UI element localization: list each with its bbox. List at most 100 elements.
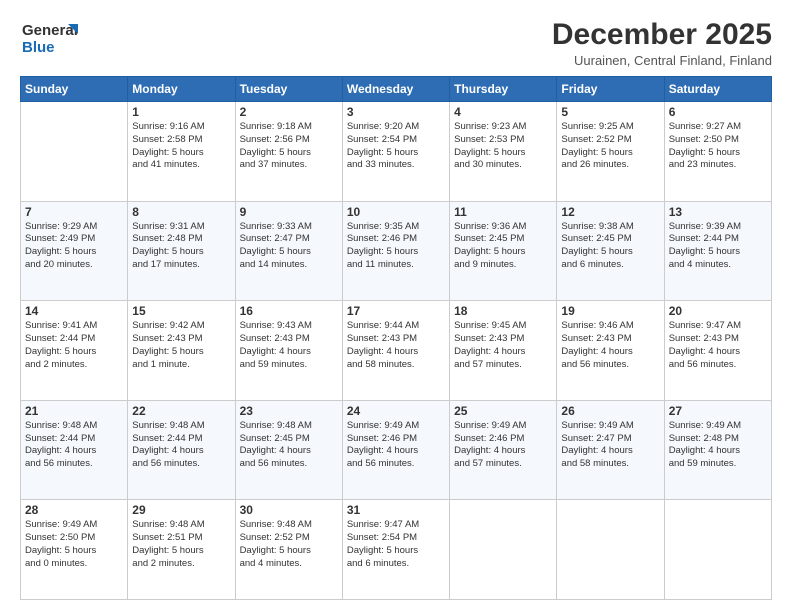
day-number: 6 [669,105,767,119]
calendar-cell: 11 Sunrise: 9:36 AM Sunset: 2:45 PM Dayli… [450,201,557,301]
day-info: Sunrise: 9:25 AM Sunset: 2:52 PM Dayligh… [561,121,659,172]
day-number: 15 [132,304,230,318]
title-block: December 2025 Uurainen, Central Finland,… [552,18,772,68]
calendar-cell: 21Sunrise: 9:48 AM Sunset: 2:44 PM Dayli… [21,400,128,500]
day-number: 10 [347,205,445,219]
day-info: Sunrise: 9:31 AM Sunset: 2:48 PM Dayligh… [132,221,230,272]
col-saturday: Saturday [664,77,771,102]
calendar-cell: 18Sunrise: 9:45 AM Sunset: 2:43 PM Dayli… [450,301,557,401]
calendar-cell: 3 Sunrise: 9:20 AM Sunset: 2:54 PM Daylig… [342,102,449,202]
day-number: 11 [454,205,552,219]
calendar-cell: 12 Sunrise: 9:38 AM Sunset: 2:45 PM Dayli… [557,201,664,301]
day-info: Sunrise: 9:33 AM Sunset: 2:47 PM Dayligh… [240,221,338,272]
day-info: Sunrise: 9:36 AM Sunset: 2:45 PM Dayligh… [454,221,552,272]
day-number: 18 [454,304,552,318]
calendar-cell: 31Sunrise: 9:47 AM Sunset: 2:54 PM Dayli… [342,500,449,600]
calendar-week-4: 28 Sunrise: 9:49 AM Sunset: 2:50 PM Dayli… [21,500,772,600]
day-number: 17 [347,304,445,318]
day-info: Sunrise: 9:29 AM Sunset: 2:49 PM Dayligh… [25,221,123,272]
day-number: 4 [454,105,552,119]
day-number: 2 [240,105,338,119]
day-info: Sunrise: 9:46 AM Sunset: 2:43 PM Dayligh… [561,320,659,371]
col-sunday: Sunday [21,77,128,102]
col-thursday: Thursday [450,77,557,102]
calendar-cell: 24 Sunrise: 9:49 AM Sunset: 2:46 PM Dayli… [342,400,449,500]
calendar-cell: 19 Sunrise: 9:46 AM Sunset: 2:43 PM Dayli… [557,301,664,401]
day-info: Sunrise: 9:48 AM Sunset: 2:51 PM Dayligh… [132,519,230,570]
day-info: Sunrise: 9:49 AM Sunset: 2:46 PM Dayligh… [347,420,445,471]
day-info: Sunrise: 9:16 AM Sunset: 2:58 PM Dayligh… [132,121,230,172]
calendar-cell [450,500,557,600]
col-friday: Friday [557,77,664,102]
calendar-header-row: Sunday Monday Tuesday Wednesday Thursday… [21,77,772,102]
calendar-cell: 4 Sunrise: 9:23 AM Sunset: 2:53 PM Daylig… [450,102,557,202]
day-number: 20 [669,304,767,318]
calendar-cell: 25 Sunrise: 9:49 AM Sunset: 2:46 PM Dayli… [450,400,557,500]
page: GeneralBlue December 2025 Uurainen, Cent… [0,0,792,612]
calendar-cell: 7 Sunrise: 9:29 AM Sunset: 2:49 PM Daylig… [21,201,128,301]
day-info: Sunrise: 9:48 AM Sunset: 2:44 PM Dayligh… [25,420,123,471]
day-number: 5 [561,105,659,119]
day-number: 28 [25,503,123,517]
day-number: 26 [561,404,659,418]
col-monday: Monday [128,77,235,102]
calendar-cell: 20Sunrise: 9:47 AM Sunset: 2:43 PM Dayli… [664,301,771,401]
day-info: Sunrise: 9:48 AM Sunset: 2:52 PM Dayligh… [240,519,338,570]
calendar-cell: 8 Sunrise: 9:31 AM Sunset: 2:48 PM Daylig… [128,201,235,301]
day-number: 29 [132,503,230,517]
calendar-week-3: 21Sunrise: 9:48 AM Sunset: 2:44 PM Dayli… [21,400,772,500]
calendar-cell [21,102,128,202]
calendar-week-1: 7 Sunrise: 9:29 AM Sunset: 2:49 PM Daylig… [21,201,772,301]
day-info: Sunrise: 9:42 AM Sunset: 2:43 PM Dayligh… [132,320,230,371]
day-info: Sunrise: 9:47 AM Sunset: 2:54 PM Dayligh… [347,519,445,570]
calendar-cell: 15 Sunrise: 9:42 AM Sunset: 2:43 PM Dayli… [128,301,235,401]
day-info: Sunrise: 9:41 AM Sunset: 2:44 PM Dayligh… [25,320,123,371]
calendar-cell: 14 Sunrise: 9:41 AM Sunset: 2:44 PM Dayli… [21,301,128,401]
day-number: 24 [347,404,445,418]
header: GeneralBlue December 2025 Uurainen, Cent… [20,18,772,68]
day-info: Sunrise: 9:43 AM Sunset: 2:43 PM Dayligh… [240,320,338,371]
main-title: December 2025 [552,18,772,51]
calendar-cell: 6 Sunrise: 9:27 AM Sunset: 2:50 PM Daylig… [664,102,771,202]
day-info: Sunrise: 9:49 AM Sunset: 2:46 PM Dayligh… [454,420,552,471]
calendar-week-2: 14 Sunrise: 9:41 AM Sunset: 2:44 PM Dayli… [21,301,772,401]
calendar-cell: 30Sunrise: 9:48 AM Sunset: 2:52 PM Dayli… [235,500,342,600]
day-number: 3 [347,105,445,119]
calendar-cell: 1Sunrise: 9:16 AM Sunset: 2:58 PM Daylig… [128,102,235,202]
calendar-cell: 10 Sunrise: 9:35 AM Sunset: 2:46 PM Dayli… [342,201,449,301]
calendar-cell: 26 Sunrise: 9:49 AM Sunset: 2:47 PM Dayli… [557,400,664,500]
svg-text:Blue: Blue [22,39,55,56]
logo-icon: GeneralBlue [20,18,80,58]
day-info: Sunrise: 9:18 AM Sunset: 2:56 PM Dayligh… [240,121,338,172]
day-info: Sunrise: 9:49 AM Sunset: 2:47 PM Dayligh… [561,420,659,471]
subtitle: Uurainen, Central Finland, Finland [552,53,772,68]
calendar-cell: 29 Sunrise: 9:48 AM Sunset: 2:51 PM Dayli… [128,500,235,600]
day-number: 19 [561,304,659,318]
day-number: 25 [454,404,552,418]
calendar-table: Sunday Monday Tuesday Wednesday Thursday… [20,76,772,600]
calendar-cell: 5 Sunrise: 9:25 AM Sunset: 2:52 PM Daylig… [557,102,664,202]
day-number: 14 [25,304,123,318]
day-info: Sunrise: 9:23 AM Sunset: 2:53 PM Dayligh… [454,121,552,172]
day-number: 12 [561,205,659,219]
day-number: 7 [25,205,123,219]
day-number: 22 [132,404,230,418]
calendar-cell: 9 Sunrise: 9:33 AM Sunset: 2:47 PM Daylig… [235,201,342,301]
day-number: 8 [132,205,230,219]
day-info: Sunrise: 9:48 AM Sunset: 2:45 PM Dayligh… [240,420,338,471]
day-number: 16 [240,304,338,318]
day-info: Sunrise: 9:49 AM Sunset: 2:50 PM Dayligh… [25,519,123,570]
day-info: Sunrise: 9:39 AM Sunset: 2:44 PM Dayligh… [669,221,767,272]
calendar-cell [664,500,771,600]
day-info: Sunrise: 9:35 AM Sunset: 2:46 PM Dayligh… [347,221,445,272]
day-info: Sunrise: 9:38 AM Sunset: 2:45 PM Dayligh… [561,221,659,272]
calendar-cell: 23 Sunrise: 9:48 AM Sunset: 2:45 PM Dayli… [235,400,342,500]
day-info: Sunrise: 9:20 AM Sunset: 2:54 PM Dayligh… [347,121,445,172]
day-number: 23 [240,404,338,418]
col-wednesday: Wednesday [342,77,449,102]
calendar-cell: 22Sunrise: 9:48 AM Sunset: 2:44 PM Dayli… [128,400,235,500]
day-number: 9 [240,205,338,219]
day-info: Sunrise: 9:49 AM Sunset: 2:48 PM Dayligh… [669,420,767,471]
day-info: Sunrise: 9:27 AM Sunset: 2:50 PM Dayligh… [669,121,767,172]
logo: GeneralBlue [20,18,80,58]
